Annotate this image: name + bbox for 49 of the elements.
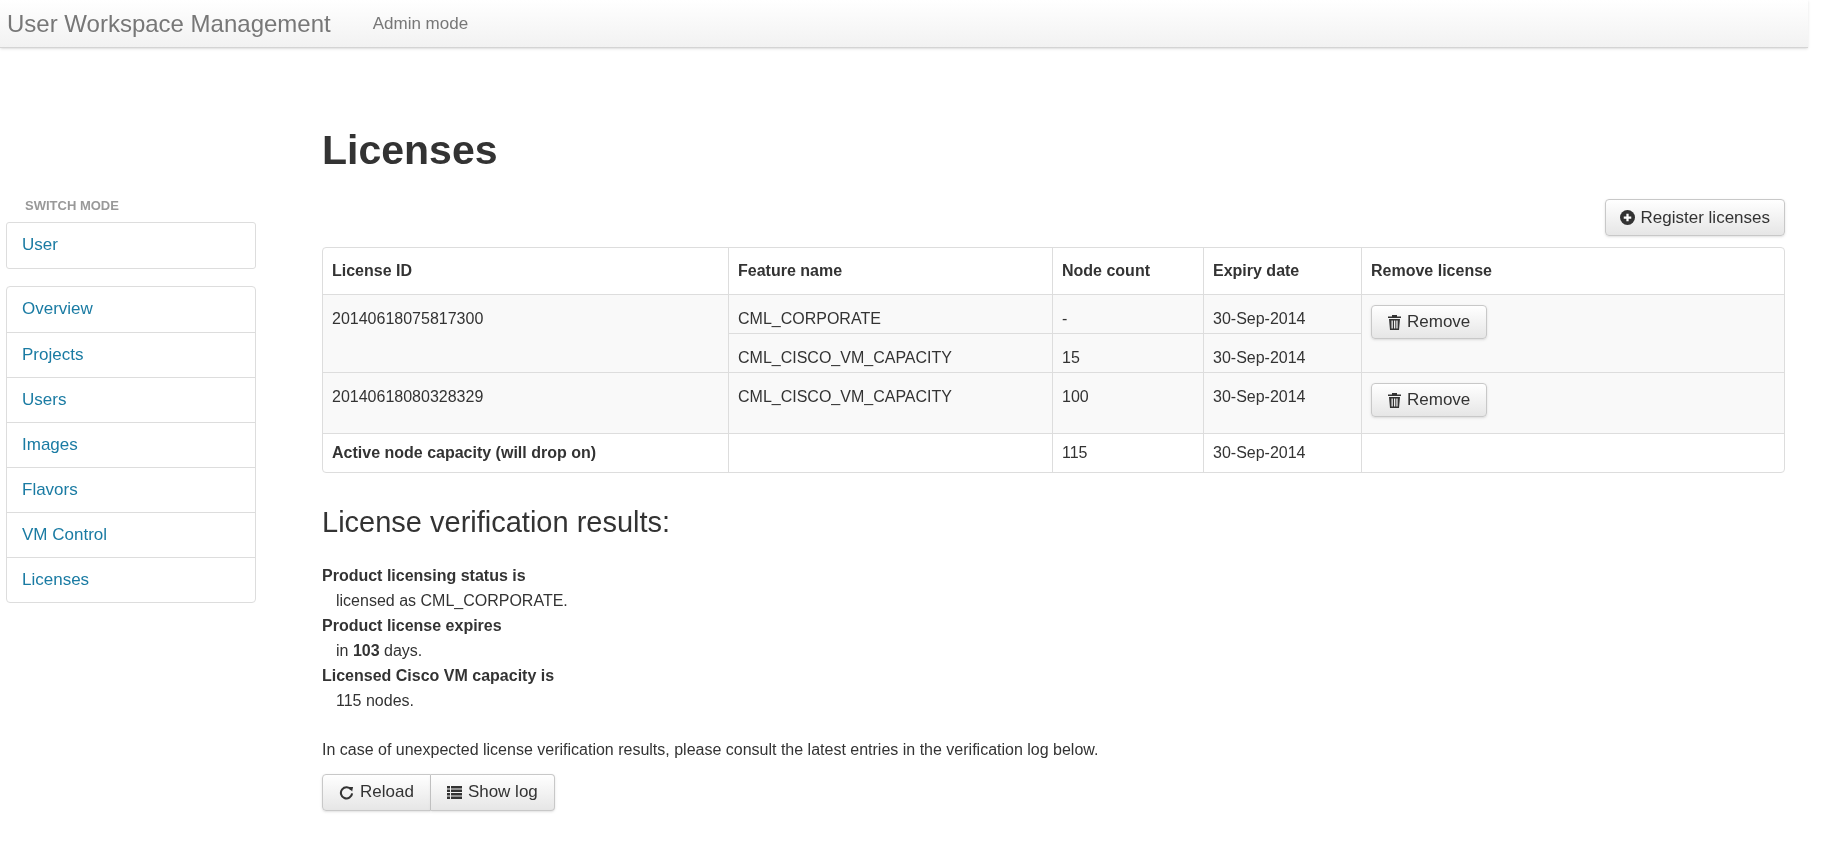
feature-cell: CML_CISCO_VM_CAPACITY [728, 333, 1052, 373]
brand-title[interactable]: User Workspace Management [7, 5, 331, 42]
section-heading: License verification results: [322, 505, 672, 541]
trash-icon [1388, 392, 1401, 408]
node-count-cell: - [1052, 294, 1203, 334]
column-header: Expiry date [1203, 248, 1361, 295]
result-label: Product licensing status is [322, 565, 526, 586]
result-value: in 103 days. [336, 640, 423, 661]
sidebar-item[interactable]: Overview [7, 286, 255, 332]
show-log-button[interactable]: Show log [430, 773, 555, 811]
expiry-cell: 30-Sep-2014 [1203, 333, 1361, 373]
expiry-cell: 30-Sep-2014 [1203, 294, 1361, 334]
expiry-cell: 30-Sep-2014 [1203, 372, 1361, 434]
page-title: Licenses [322, 126, 499, 175]
trash-icon [1388, 314, 1401, 330]
sidebar-item[interactable]: Images [7, 421, 255, 467]
expiry-cell: 30-Sep-2014 [1203, 433, 1361, 473]
column-header: License ID [331, 261, 414, 282]
sidebar-item[interactable]: User [7, 222, 255, 268]
sidebar-heading: SWITCH MODE [25, 197, 120, 215]
node-count-cell: 100 [1052, 372, 1203, 434]
result-value: 115 nodes. [336, 690, 414, 711]
column-header: Remove license [1361, 248, 1784, 295]
column-header: Feature name [728, 248, 1052, 295]
list-icon [446, 785, 462, 799]
register-licenses-button[interactable]: Register licenses [1604, 199, 1785, 237]
sidebar-item[interactable]: Flavors [7, 466, 255, 512]
result-label: Product license expires [322, 615, 502, 636]
feature-cell: CML_CORPORATE [728, 294, 1052, 334]
reload-button[interactable]: Reload [322, 773, 431, 811]
sidebar-item[interactable]: Projects [7, 331, 255, 377]
node-count-cell: 15 [1052, 333, 1203, 373]
sidebar-item[interactable]: VM Control [7, 511, 255, 557]
mode-link[interactable]: Admin mode [372, 10, 469, 37]
verification-note: In case of unexpected license verification results, please consult the latest entries in the verification log below. [322, 739, 1099, 760]
result-label: Licensed Cisco VM capacity is [322, 665, 555, 686]
refresh-icon [339, 784, 354, 800]
license-id-cell: 20140618075817300 [323, 294, 728, 373]
column-header: Node count [1052, 248, 1203, 295]
remove-button[interactable]: Remove [1371, 383, 1488, 418]
remove-button[interactable]: Remove [1371, 305, 1488, 340]
plus-circle-icon [1619, 210, 1635, 226]
total-label-cell: Active node capacity (will drop on) [323, 433, 728, 473]
feature-cell: CML_CISCO_VM_CAPACITY [728, 372, 1052, 434]
result-value: licensed as CML_CORPORATE. [336, 590, 568, 611]
node-count-cell: 115 [1052, 433, 1203, 473]
license-id-cell: 20140618080328329 [323, 372, 728, 434]
sidebar-item[interactable]: Users [7, 376, 255, 422]
sidebar-item[interactable]: Licenses [7, 556, 255, 602]
